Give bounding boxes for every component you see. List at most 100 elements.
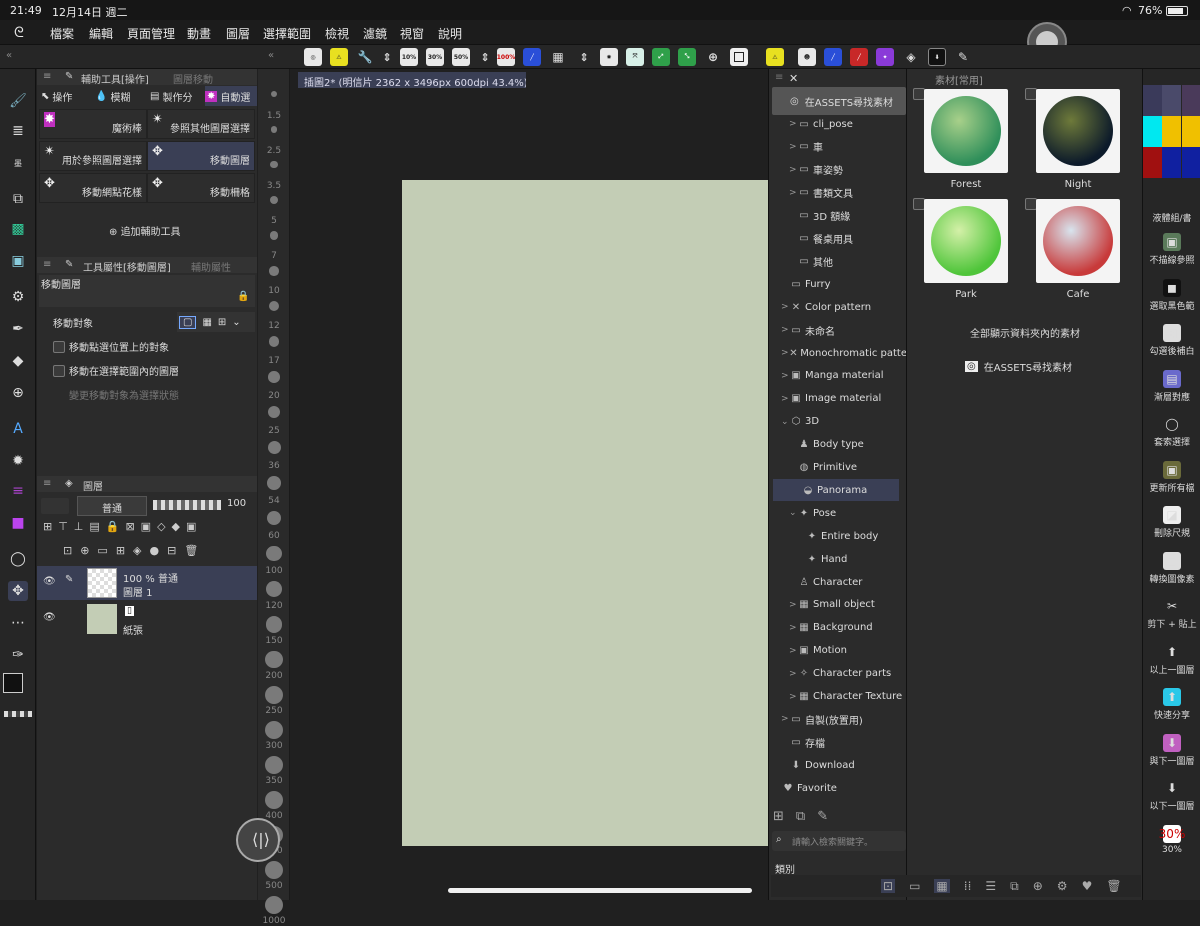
card-view-icon[interactable]: ▭ — [909, 879, 920, 893]
tool-text-icon[interactable]: A — [8, 419, 28, 439]
subtool-title[interactable]: 輔助工具[操作] — [81, 71, 149, 86]
collapse-left2-icon[interactable]: « — [268, 50, 274, 61]
tree-item-motion[interactable]: > ▣ Motion — [769, 640, 907, 662]
zoom-10-button[interactable]: 10% — [400, 48, 418, 66]
layers-title[interactable]: 圖層 — [83, 478, 103, 493]
tree-item-pose[interactable]: ⌄ ✦ Pose — [769, 502, 907, 524]
brush-size-dot[interactable] — [269, 266, 279, 276]
tree-item-3d[interactable]: ⌄ ⬡ 3D — [769, 411, 907, 433]
brush-size-dot[interactable] — [267, 441, 281, 454]
visibility-eye-icon[interactable]: 👁 — [43, 612, 56, 623]
tree-item-image-material[interactable]: > ▣ Image material — [769, 388, 907, 410]
subtool-tab-auto[interactable]: ✸ 自動選 — [205, 86, 257, 106]
subtool-move-grid[interactable]: ✥ 移動柵格 — [147, 173, 255, 203]
color-swatch[interactable] — [1182, 147, 1200, 178]
target-grid-icon[interactable]: ⊞ — [218, 317, 226, 328]
tool-globe-icon[interactable]: ⊕ — [8, 383, 28, 403]
large-grid-icon[interactable]: ▦ — [934, 879, 950, 893]
lock-icon[interactable]: 🔒 — [237, 291, 249, 302]
expand-arrow-icon[interactable]: > — [781, 348, 789, 358]
tool-ink-icon[interactable]: 墨 — [8, 153, 28, 173]
quick-access-icon[interactable]: ⚠ — [330, 48, 348, 66]
menu-layer[interactable]: 圖層 — [226, 25, 250, 42]
material-thumbnail[interactable] — [1036, 89, 1120, 173]
target-tone-icon[interactable]: ▦ — [202, 317, 211, 328]
command-item[interactable]: 30% 30% — [1143, 824, 1200, 855]
tree-item-[interactable]: ▭ 餐桌用具 — [769, 228, 907, 250]
list-view-icon[interactable]: ☰ — [985, 879, 996, 893]
tree-item-3d[interactable]: ▭ 3D 額緣 — [769, 205, 907, 227]
tree-item-[interactable]: > ▭ 車 — [769, 136, 907, 158]
expand-arrow-icon[interactable]: > — [789, 600, 797, 610]
tree-item-small-object[interactable]: > ▦ Small object — [769, 594, 907, 616]
layer-row-1[interactable]: 👁 ✎ 100 % 普通 圖層 1 — [37, 566, 257, 600]
home-indicator[interactable] — [448, 888, 752, 893]
command-item[interactable]: ⊡ 轉換圖像素 — [1143, 551, 1200, 585]
expand-arrow-icon[interactable]: > — [789, 188, 797, 198]
tool-gradient-icon[interactable]: ≡ — [8, 481, 28, 501]
expand-arrow-icon[interactable]: > — [789, 142, 797, 152]
command-item[interactable]: ▣ 不描線參照 — [1143, 233, 1200, 266]
duplicate-icon[interactable]: ⧉ — [796, 809, 805, 824]
command-item[interactable]: ⬇ 以下一圖層 — [1143, 779, 1200, 812]
tree-item-manga-material[interactable]: > ▣ Manga material — [769, 365, 907, 387]
tool-select-icon[interactable]: ⋯ — [8, 613, 28, 633]
tool-color-icon[interactable]: ■ — [8, 513, 28, 533]
subtool-move-tone[interactable]: ✥ 移動網點花樣 — [39, 173, 147, 203]
menu-view[interactable]: 檢視 — [325, 25, 349, 42]
clip-studio-icon[interactable]: ◎ — [304, 48, 322, 66]
command-item[interactable]: ◼ 選取黑色範 — [1143, 278, 1200, 312]
menu-help[interactable]: 說明 — [438, 25, 462, 42]
expand-arrow-icon[interactable]: > — [789, 646, 797, 656]
layers-stack-icon[interactable]: ◈ — [902, 48, 920, 66]
color-swatch[interactable] — [1162, 147, 1181, 178]
target-icon[interactable]: ⊕ — [704, 48, 722, 66]
tool-fill-icon[interactable]: ◆ — [8, 351, 28, 371]
edit-pen-icon[interactable]: ✎ — [65, 574, 73, 585]
expand-arrow-icon[interactable]: > — [781, 325, 789, 335]
brush-size-dot[interactable] — [269, 231, 279, 240]
tree-item-character-texture[interactable]: > ▦ Character Texture — [769, 686, 907, 708]
layer-tools-row[interactable]: ⊞⊤⊥▤🔒⊠▣◇◆▣ — [43, 520, 253, 533]
grid-icon[interactable]: ▦ — [549, 48, 567, 66]
command-item[interactable]: ▦ 勾選後補白 — [1143, 324, 1200, 357]
delete-icon[interactable]: 🗑 — [1106, 879, 1121, 893]
add-icon[interactable]: ⊕ — [1033, 879, 1043, 893]
app-logo-icon[interactable]: ᘓ — [14, 25, 24, 41]
shrink-icon[interactable]: ⤡ — [678, 48, 696, 66]
tree-item-[interactable]: > ▭ 自製(放置用) — [769, 708, 907, 730]
pen-blue2-icon[interactable]: ╱ — [824, 48, 842, 66]
zoom-50-button[interactable]: 50% — [452, 48, 470, 66]
tool-move-icon[interactable]: ✥ — [8, 581, 28, 601]
tool-lasso-icon[interactable]: ◯ — [8, 549, 28, 569]
command-item[interactable]: ✂ 剪下 + 貼上 — [1143, 597, 1200, 630]
tree-item-[interactable]: ▭ 其他 — [769, 250, 907, 272]
wrench-icon[interactable]: 🔧 — [356, 48, 374, 66]
tree-item-furry[interactable]: ▭ Furry — [769, 273, 907, 295]
tree-item-character-parts[interactable]: > ✧ Character parts — [769, 663, 907, 685]
expand-arrow-icon[interactable]: > — [789, 119, 797, 129]
subtool-ref-layer[interactable]: ✴ 用於參照圖層選擇 — [39, 141, 147, 171]
expand-arrow-icon[interactable]: > — [781, 371, 789, 381]
document-tab[interactable]: 插圖2* (明信片 2362 x 3496px 600dpi 43.4%) — [298, 72, 526, 88]
layer-actions-row[interactable]: ⊡⊕▭⊞◈●⊟🗑 — [63, 544, 253, 557]
tool-burst-icon[interactable]: ✹ — [8, 451, 28, 471]
layer-row-paper[interactable]: 👁 ▯ 紙張 — [37, 602, 257, 637]
tree-item-primitive[interactable]: ◍ Primitive — [769, 457, 907, 479]
target-dropdown-icon[interactable]: ⌄ — [232, 317, 240, 328]
transform-icon[interactable]: ⤧ — [626, 48, 644, 66]
find-assets-button[interactable]: ◎ 在ASSETS尋找素材 — [772, 87, 906, 115]
subtool-magic-wand[interactable]: ✸ 魔術棒 — [39, 109, 147, 139]
tree-item-download[interactable]: ⬇ Download — [769, 754, 907, 776]
tool-brush-icon[interactable]: 🖌 — [8, 91, 28, 111]
brush-size-dot[interactable] — [271, 91, 277, 97]
menu-page[interactable]: 頁面管理 — [127, 25, 175, 42]
edit-icon[interactable]: ✎ — [817, 809, 828, 824]
tree-item-color-pattern[interactable]: > ✕ Color pattern — [769, 296, 907, 318]
target-selector[interactable]: ▢ ▦ ⊞ ⌄ — [177, 312, 255, 332]
search-box[interactable]: ⌕ 請輸入檢索關鍵字。 — [772, 831, 906, 851]
canvas-paper[interactable] — [402, 180, 768, 846]
brush-size-dot[interactable] — [266, 581, 282, 597]
tree-item-entire-body[interactable]: ✦ Entire body — [769, 525, 907, 547]
tree-item-[interactable]: > ▭ 未命名 — [769, 319, 907, 341]
